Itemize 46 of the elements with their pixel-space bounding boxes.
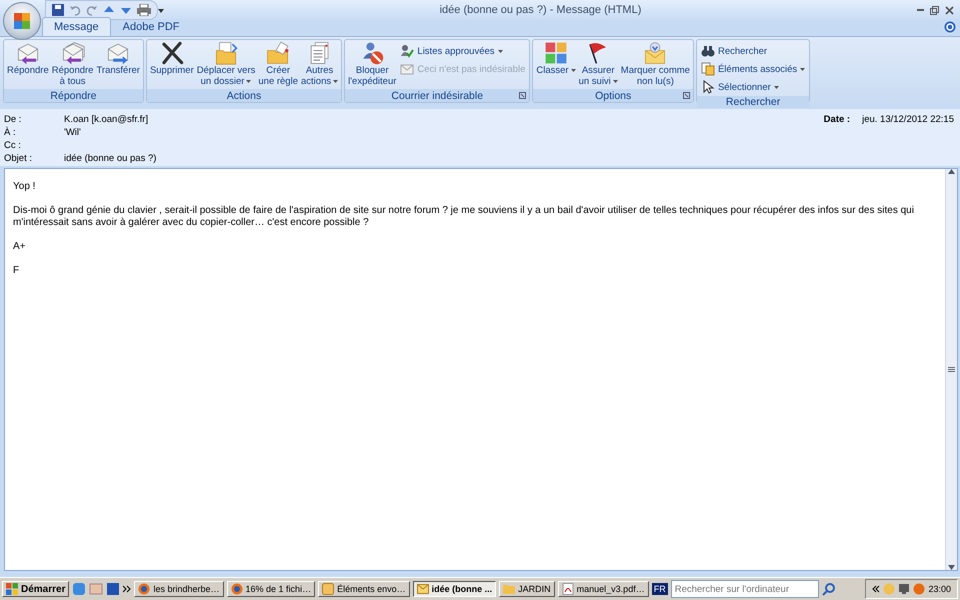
- taskbar-button[interactable]: les brindherbe…: [134, 581, 224, 597]
- ribbon-button[interactable]: Listes approuvées: [398, 43, 528, 59]
- taskbar-button[interactable]: JARDIN: [499, 581, 555, 597]
- ribbon-tab[interactable]: Message: [42, 17, 111, 36]
- clock: 23:00: [928, 584, 951, 594]
- message-paragraph: A+: [13, 241, 27, 253]
- ribbon-button[interactable]: Déplacer vers un dossier: [196, 41, 256, 87]
- ribbon-button[interactable]: Supprimer: [148, 41, 195, 76]
- group-label: Actions: [226, 90, 262, 102]
- group-label: Répondre: [50, 90, 97, 102]
- field-value: idée (bonne ou pas ?): [64, 153, 158, 166]
- start-button[interactable]: Démarrer: [2, 581, 70, 597]
- taskbar-button[interactable]: manuel_v3.pdf…: [558, 581, 649, 597]
- language-indicator[interactable]: FR: [652, 583, 668, 595]
- field-label: À :: [4, 127, 17, 140]
- ribbon-button[interactable]: Créer une règle: [257, 41, 299, 87]
- field-label: Objet :: [4, 153, 33, 166]
- ribbon-button[interactable]: Éléments associés: [698, 61, 808, 77]
- date-value: jeu. 13/12/2012 22:15: [862, 114, 954, 127]
- ribbon-button[interactable]: Marquer comme non lu(s): [620, 41, 691, 87]
- field-label: Cc :: [4, 140, 22, 153]
- message-paragraph: Yop !: [13, 181, 36, 193]
- field-value: 'Wil': [64, 127, 82, 140]
- ribbon-button[interactable]: Bloquer l'expéditeur: [347, 41, 398, 87]
- message-paragraph: Dis-moi ô grand génie du clavier , serait-il possible de faire de l'aspiration de site sur notre forum ? je me souviens il y a un bail d'avoir utiliser de telles techniques pour récupérer des infos sur des sites qui m'intéressait sans avoir à galérer avec du copier-coller… c'est encore possible ?: [13, 205, 915, 229]
- group-label: Options: [595, 90, 632, 102]
- taskbar-button[interactable]: Éléments envo…: [318, 581, 410, 597]
- ribbon-button[interactable]: Sélectionner: [698, 79, 808, 95]
- ribbon-button[interactable]: Rechercher: [698, 43, 808, 59]
- ribbon-button[interactable]: Autres actions: [300, 41, 340, 87]
- taskbar-button[interactable]: idée (bonne ...: [412, 581, 496, 597]
- group-label: Rechercher: [726, 96, 780, 108]
- field-label: Date :: [824, 114, 850, 127]
- message-paragraph: F: [13, 265, 20, 277]
- ribbon-button[interactable]: Classer: [535, 41, 577, 76]
- ribbon-tab[interactable]: Adobe PDF: [110, 17, 192, 36]
- search-field[interactable]: Rechercher sur l'ordinateur: [670, 580, 819, 598]
- ribbon-button[interactable]: Répondre à tous: [50, 41, 94, 87]
- field-label: De :: [4, 114, 22, 126]
- ribbon-button[interactable]: Transférer: [95, 41, 141, 76]
- group-label: Courrier indésirable: [391, 90, 484, 102]
- field-value: K.oan [k.oan@sfr.fr]: [64, 114, 150, 127]
- window-title: idée (bonne ou pas ?) - Message (HTML): [438, 4, 642, 16]
- taskbar-button[interactable]: 16% de 1 fichi…: [226, 581, 316, 597]
- ribbon-button[interactable]: Répondre: [6, 41, 50, 76]
- ribbon-button[interactable]: Assurer un suivi: [578, 41, 619, 87]
